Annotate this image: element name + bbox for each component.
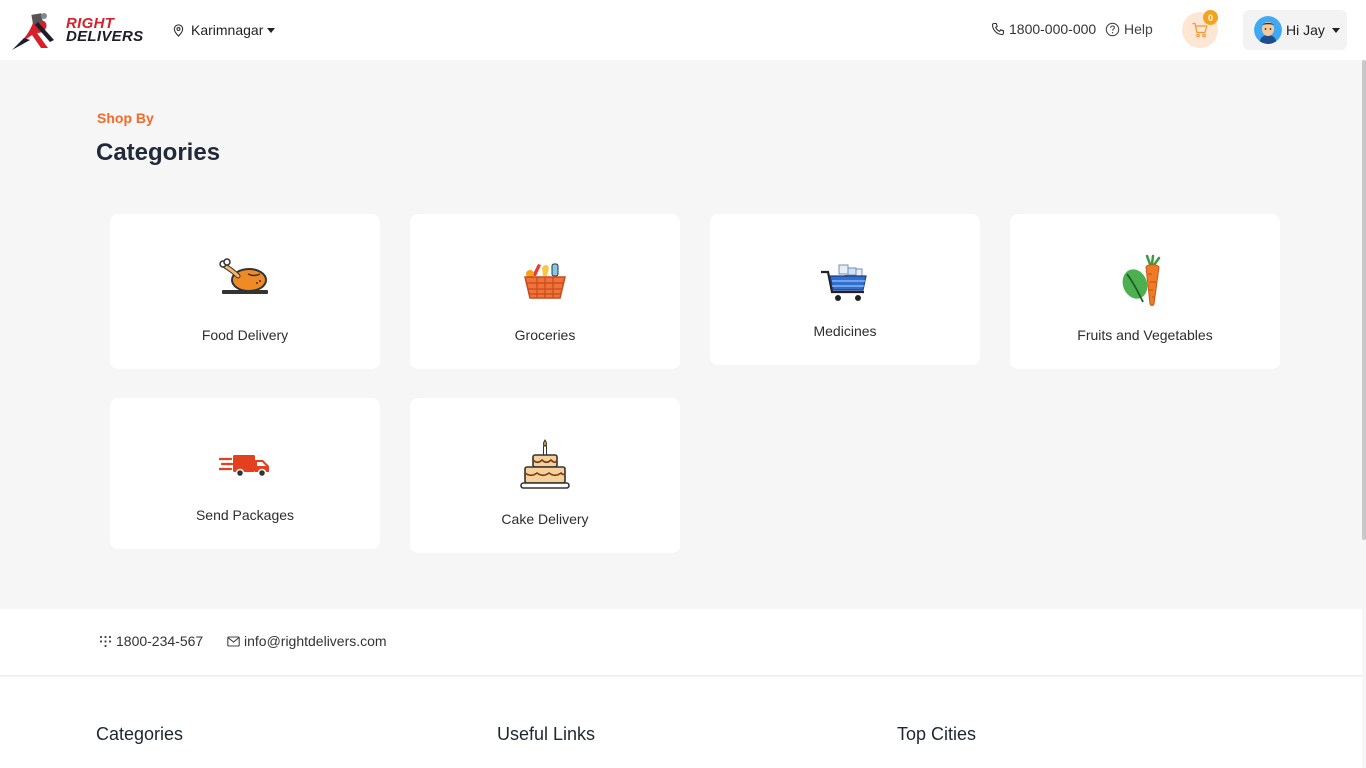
section-eyebrow: Shop By [97, 110, 154, 126]
dialpad-icon [99, 635, 112, 647]
contact-strip: 1800-234-567 info@rightdelivers.com [0, 609, 1362, 676]
location-selector[interactable]: Karimnagar [172, 21, 276, 39]
category-card-food-delivery[interactable]: Food Delivery [110, 214, 380, 369]
site-header: RIGHT DELIVERS Karimnagar 1800-000-000 H… [0, 0, 1366, 60]
user-menu[interactable]: Hi Jay [1243, 10, 1347, 50]
category-card-fruits-and-vegetables[interactable]: Fruits and Vegetables [1010, 214, 1280, 369]
help-label: Help [1124, 21, 1153, 37]
envelope-icon [227, 635, 240, 647]
birthday-cake-icon [520, 439, 570, 489]
category-card-medicines[interactable]: Medicines [710, 214, 980, 365]
chevron-down-icon [1331, 27, 1340, 33]
roast-chicken-icon [219, 258, 268, 294]
vegetables-icon [1122, 254, 1161, 306]
scrollbar[interactable] [1362, 60, 1366, 540]
header-phone[interactable]: 1800-000-000 [991, 21, 1096, 37]
footer-phone-number: 1800-234-567 [116, 633, 204, 649]
header-phone-number: 1800-000-000 [1009, 21, 1097, 37]
category-label: Send Packages [195, 507, 295, 523]
site-footer: Categories Useful Links Top Cities [0, 677, 1362, 768]
brand-logo-mark [12, 13, 54, 50]
footer-heading-categories: Categories [96, 724, 184, 744]
category-card-cake-delivery[interactable]: Cake Delivery [410, 398, 680, 553]
footer-phone[interactable]: 1800-234-567 [99, 633, 203, 649]
location-label: Karimnagar [191, 22, 264, 38]
brand-logo[interactable]: RIGHT DELIVERS [10, 10, 144, 52]
help-circle-icon [1105, 22, 1120, 36]
cart-button[interactable]: 0 [1182, 10, 1218, 48]
logo-text-delivers: DELIVERS [66, 28, 144, 45]
phone-icon [991, 22, 1005, 36]
help-link[interactable]: Help [1105, 21, 1153, 37]
category-label: Medicines [813, 323, 877, 339]
page-title: Categories [96, 139, 221, 166]
map-pin-icon [173, 23, 184, 37]
grocery-basket-icon [524, 263, 566, 299]
category-card-send-packages[interactable]: Send Packages [110, 398, 380, 549]
avatar [1254, 16, 1282, 44]
category-card-groceries[interactable]: Groceries [410, 214, 680, 369]
cart-count-badge: 0 [1203, 10, 1218, 25]
medicine-cart-icon [821, 264, 867, 301]
chevron-down-icon [267, 27, 276, 33]
delivery-truck-icon [219, 455, 269, 478]
user-greeting: Hi Jay [1286, 22, 1325, 38]
category-label: Food Delivery [201, 327, 289, 343]
category-label: Fruits and Vegetables [1077, 327, 1213, 343]
footer-heading-useful-links: Useful Links [497, 724, 596, 744]
footer-heading-top-cities: Top Cities [897, 724, 977, 744]
category-label: Cake Delivery [501, 511, 589, 527]
category-label: Groceries [514, 327, 576, 343]
footer-email-address: info@rightdelivers.com [244, 633, 387, 649]
footer-email[interactable]: info@rightdelivers.com [227, 633, 387, 649]
